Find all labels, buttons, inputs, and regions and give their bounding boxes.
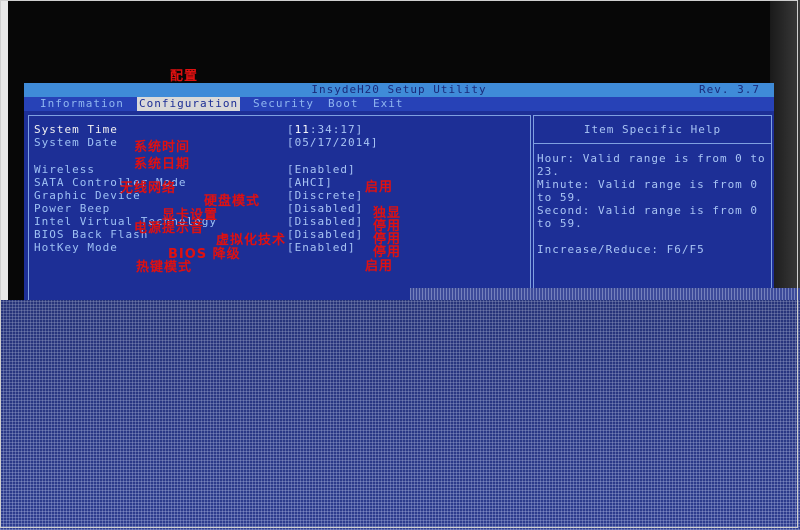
setting-label-power-beep[interactable]: Power Beep (34, 202, 110, 215)
help-panel: Item Specific Help Hour: Valid range is … (533, 115, 772, 301)
text-cursor: 11 (294, 123, 310, 136)
screen-glare-left (0, 0, 8, 300)
annotation-power-beep: 电源提示音 (134, 221, 205, 236)
menu-bar: Information Configuration Security Boot … (24, 97, 774, 111)
annotation-configuration: 配置 (170, 69, 199, 84)
help-line: 23. (537, 165, 560, 178)
menu-security[interactable]: Security (251, 97, 316, 111)
setting-label-hotkey-mode[interactable]: HotKey Mode (34, 241, 118, 254)
setting-value-bios-back-flash[interactable]: [Disabled] (287, 228, 363, 241)
value-rest: :34:17] (309, 123, 364, 136)
setting-value-sata-mode[interactable]: [AHCI] (287, 176, 333, 189)
annotation-value-wireless: 启用 (365, 180, 394, 195)
setting-label-bios-back-flash[interactable]: BIOS Back Flash (34, 228, 148, 241)
help-line: Minute: Valid range is from 0 (537, 178, 759, 191)
menu-boot[interactable]: Boot (326, 97, 361, 111)
screen-glare-right (770, 0, 800, 290)
annotation-wireless: 无线网络 (120, 181, 177, 196)
settings-panel: System Time [11:34:17] System Date [05/1… (28, 115, 531, 301)
revision-label: Rev. 3.7 (699, 83, 760, 96)
help-line: to 59. (537, 191, 583, 204)
menu-information[interactable]: Information (38, 97, 126, 111)
setting-value-system-time[interactable]: [11:34:17] (287, 123, 363, 136)
help-line: Second: Valid range is from 0 (537, 204, 759, 217)
annotation-system-date: 系统日期 (134, 157, 191, 172)
title-bar: InsydeH20 Setup Utility Rev. 3.7 (24, 83, 774, 97)
help-line: Increase/Reduce: F6/F5 (537, 243, 705, 256)
annotation-hotkey-mode: 热键模式 (136, 260, 193, 275)
window-title: InsydeH20 Setup Utility (311, 83, 487, 96)
setting-value-intel-vt[interactable]: [Disabled] (287, 215, 363, 228)
annotation-value-hotkey: 启用 (365, 259, 394, 274)
menu-configuration[interactable]: Configuration (137, 97, 241, 111)
help-line: to 59. (537, 217, 583, 230)
setting-value-graphic-device[interactable]: [Discrete] (287, 189, 363, 202)
setting-label-system-date[interactable]: System Date (34, 136, 118, 149)
help-line: Hour: Valid range is from 0 to (537, 152, 766, 165)
setting-label-wireless[interactable]: Wireless (34, 163, 95, 176)
value-bracket: [ (287, 123, 295, 136)
setting-label-system-time[interactable]: System Time (34, 123, 118, 136)
desk-surface (0, 300, 800, 530)
menu-exit[interactable]: Exit (371, 97, 406, 111)
help-divider (534, 143, 771, 144)
help-title: Item Specific Help (583, 123, 722, 136)
setting-value-power-beep[interactable]: [Disabled] (287, 202, 363, 215)
setting-value-hotkey-mode[interactable]: [Enabled] (287, 241, 356, 254)
setting-value-system-date[interactable]: [05/17/2014] (287, 136, 378, 149)
setting-value-wireless[interactable]: [Enabled] (287, 163, 356, 176)
